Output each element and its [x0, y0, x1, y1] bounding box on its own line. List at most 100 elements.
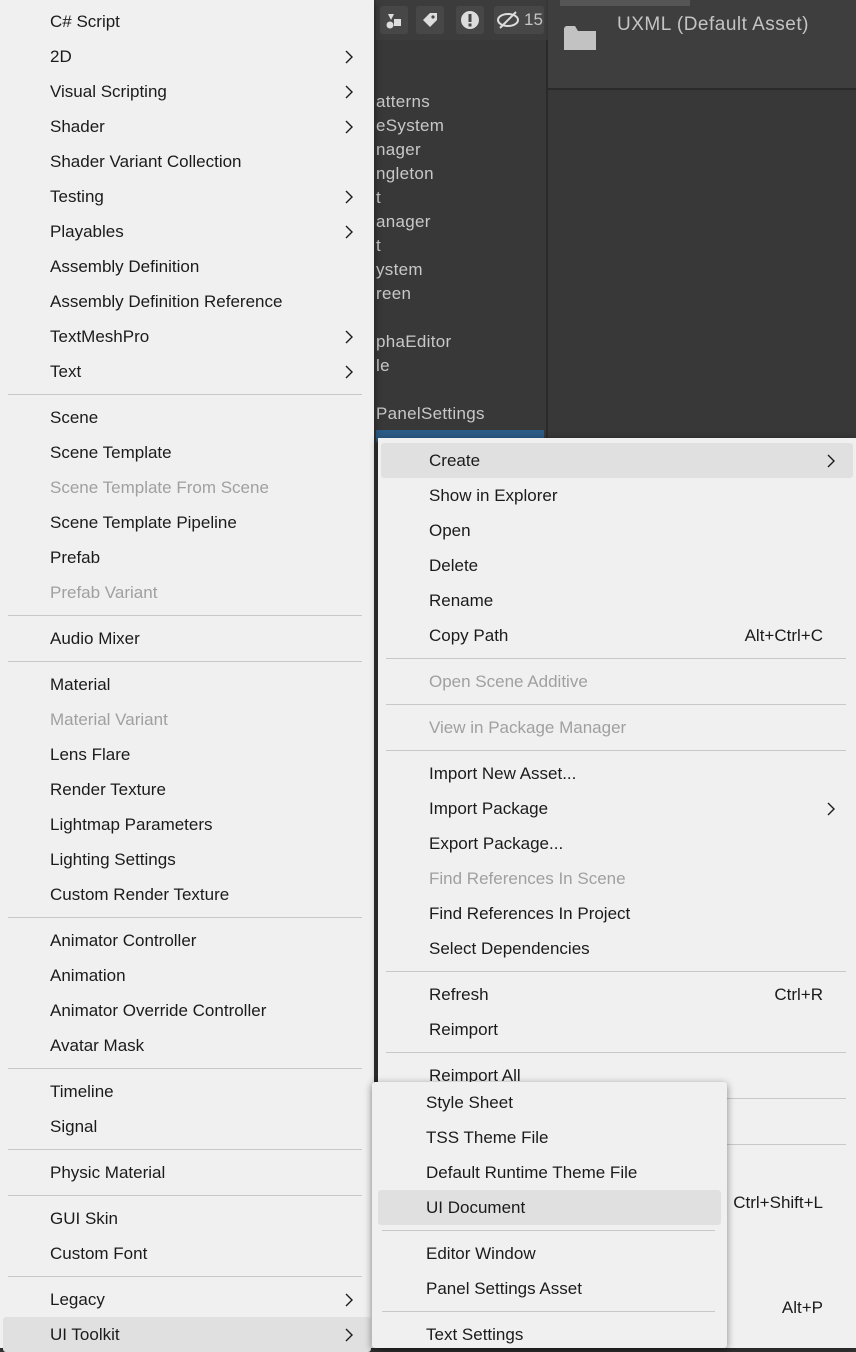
menu-item-delete[interactable]: Delete: [378, 548, 856, 583]
menu-item-avatar-mask[interactable]: Avatar Mask: [0, 1028, 374, 1063]
menu-item-find-references-in-scene: Find References In Scene: [378, 861, 856, 896]
menu-item-label: C# Script: [50, 12, 120, 31]
tree-row[interactable]: phaEditor: [376, 332, 451, 352]
menu-item-refresh[interactable]: Refresh Ctrl+R: [378, 977, 856, 1012]
menu-item-tss-theme-file[interactable]: TSS Theme File: [372, 1120, 727, 1155]
menu-item-label: Reimport: [429, 1020, 498, 1039]
tree-row[interactable]: t: [376, 236, 381, 256]
menu-item-text-settings[interactable]: Text Settings: [372, 1317, 727, 1352]
menu-separator: [8, 1195, 362, 1196]
menu-item-label: UI Toolkit: [50, 1325, 120, 1344]
warning-filter-icon[interactable]: [456, 6, 484, 34]
menu-item-label: Scene: [50, 408, 99, 427]
menu-item-label: Visual Scripting: [50, 82, 167, 101]
menu-item-animator-override-controller[interactable]: Animator Override Controller: [0, 993, 374, 1028]
project-tree: atterns eSystem nager ngleton t anager t ystem r…: [376, 40, 548, 440]
menu-item-testing[interactable]: Testing: [0, 179, 374, 214]
menu-item-show-in-explorer[interactable]: Show in Explorer: [378, 478, 856, 513]
menu-separator: [8, 917, 362, 918]
menu-item-2d[interactable]: 2D: [0, 39, 374, 74]
menu-item-label: Import Package: [429, 799, 549, 818]
menu-item-default-runtime-theme-file[interactable]: Default Runtime Theme File: [372, 1155, 727, 1190]
menu-item-visual-scripting[interactable]: Visual Scripting: [0, 74, 374, 109]
menu-item-shortcut: Alt+P: [781, 1298, 823, 1317]
menu-item-copy-path[interactable]: Copy Path Alt+Ctrl+C: [378, 618, 856, 653]
menu-item-gui-skin[interactable]: GUI Skin: [0, 1201, 374, 1236]
menu-item-custom-font[interactable]: Custom Font: [0, 1236, 374, 1271]
menu-item-style-sheet[interactable]: Style Sheet: [372, 1085, 727, 1120]
tree-row[interactable]: le: [376, 356, 390, 376]
tree-row[interactable]: eSystem: [376, 116, 444, 136]
menu-item-assembly-definition[interactable]: Assembly Definition: [0, 249, 374, 284]
menu-item-label: Find References In Scene: [429, 869, 626, 888]
chevron-right-icon: [344, 354, 356, 389]
menu-item-prefab[interactable]: Prefab: [0, 540, 374, 575]
tree-row[interactable]: ystem: [376, 260, 423, 280]
menu-item-import-new-asset[interactable]: Import New Asset...: [378, 756, 856, 791]
menu-item-ui-document[interactable]: UI Document: [378, 1190, 721, 1225]
tree-row[interactable]: t: [376, 188, 381, 208]
menu-item-label: Open: [429, 521, 471, 540]
menu-item-label: GUI Skin: [50, 1209, 119, 1228]
menu-item-c-script[interactable]: C# Script: [0, 4, 374, 39]
menu-item-label: Find References In Project: [429, 904, 631, 923]
menu-item-text[interactable]: Text: [0, 354, 374, 389]
menu-item-label: Material Variant: [50, 710, 168, 729]
menu-item-material[interactable]: Material: [0, 667, 374, 702]
menu-item-label: Rename: [429, 591, 494, 610]
menu-item-textmeshpro[interactable]: TextMeshPro: [0, 319, 374, 354]
menu-item-animation[interactable]: Animation: [0, 958, 374, 993]
menu-item-render-texture[interactable]: Render Texture: [0, 772, 374, 807]
tree-row[interactable]: atterns: [376, 92, 430, 112]
menu-item-signal[interactable]: Signal: [0, 1109, 374, 1144]
tree-row[interactable]: reen: [376, 284, 411, 304]
menu-item-label: Scene Template From Scene: [50, 478, 269, 497]
menu-item-custom-render-texture[interactable]: Custom Render Texture: [0, 877, 374, 912]
menu-item-rename[interactable]: Rename: [378, 583, 856, 618]
menu-item-physic-material[interactable]: Physic Material: [0, 1155, 374, 1190]
menu-item-label: Lighting Settings: [50, 850, 176, 869]
menu-item-open[interactable]: Open: [378, 513, 856, 548]
tree-row[interactable]: PanelSettings: [376, 404, 485, 424]
menu-item-animator-controller[interactable]: Animator Controller: [0, 923, 374, 958]
menu-item-label: Lens Flare: [50, 745, 131, 764]
menu-item-create[interactable]: Create: [381, 443, 853, 478]
menu-item-lightmap-parameters[interactable]: Lightmap Parameters: [0, 807, 374, 842]
menu-item-label: Animation: [50, 966, 126, 985]
menu-item-scene-template[interactable]: Scene Template: [0, 435, 374, 470]
menu-item-legacy[interactable]: Legacy: [0, 1282, 374, 1317]
menu-separator: [8, 661, 362, 662]
menu-item-find-references-in-project[interactable]: Find References In Project: [378, 896, 856, 931]
tree-row[interactable]: anager: [376, 212, 431, 232]
asset-area: [548, 90, 856, 440]
menu-item-playables[interactable]: Playables: [0, 214, 374, 249]
menu-item-reimport[interactable]: Reimport: [378, 1012, 856, 1047]
menu-item-label: Animator Override Controller: [50, 1001, 267, 1020]
menu-item-export-package[interactable]: Export Package...: [378, 826, 856, 861]
tree-row[interactable]: ngleton: [376, 164, 434, 184]
menu-item-label: Copy Path: [429, 626, 509, 645]
menu-item-material-variant: Material Variant: [0, 702, 374, 737]
scene-filter-icon[interactable]: [380, 6, 408, 34]
menu-item-shader[interactable]: Shader: [0, 109, 374, 144]
menu-item-scene-template-pipeline[interactable]: Scene Template Pipeline: [0, 505, 374, 540]
menu-item-editor-window[interactable]: Editor Window: [372, 1236, 727, 1271]
menu-item-scene-template-from-scene: Scene Template From Scene: [0, 470, 374, 505]
menu-item-audio-mixer[interactable]: Audio Mixer: [0, 621, 374, 656]
menu-item-shader-variant-collection[interactable]: Shader Variant Collection: [0, 144, 374, 179]
menu-item-lighting-settings[interactable]: Lighting Settings: [0, 842, 374, 877]
menu-item-label: Panel Settings Asset: [426, 1279, 582, 1298]
menu-separator: [386, 1052, 846, 1053]
menu-item-panel-settings-asset[interactable]: Panel Settings Asset: [372, 1271, 727, 1306]
menu-item-prefab-variant: Prefab Variant: [0, 575, 374, 610]
menu-item-ui-toolkit[interactable]: UI Toolkit: [3, 1317, 371, 1352]
menu-item-import-package[interactable]: Import Package: [378, 791, 856, 826]
label-filter-icon[interactable]: [416, 6, 444, 34]
menu-item-timeline[interactable]: Timeline: [0, 1074, 374, 1109]
menu-item-assembly-definition-reference[interactable]: Assembly Definition Reference: [0, 284, 374, 319]
menu-item-label: Testing: [50, 187, 104, 206]
tree-row[interactable]: nager: [376, 140, 421, 160]
menu-item-scene[interactable]: Scene: [0, 400, 374, 435]
menu-item-lens-flare[interactable]: Lens Flare: [0, 737, 374, 772]
menu-item-select-dependencies[interactable]: Select Dependencies: [378, 931, 856, 966]
